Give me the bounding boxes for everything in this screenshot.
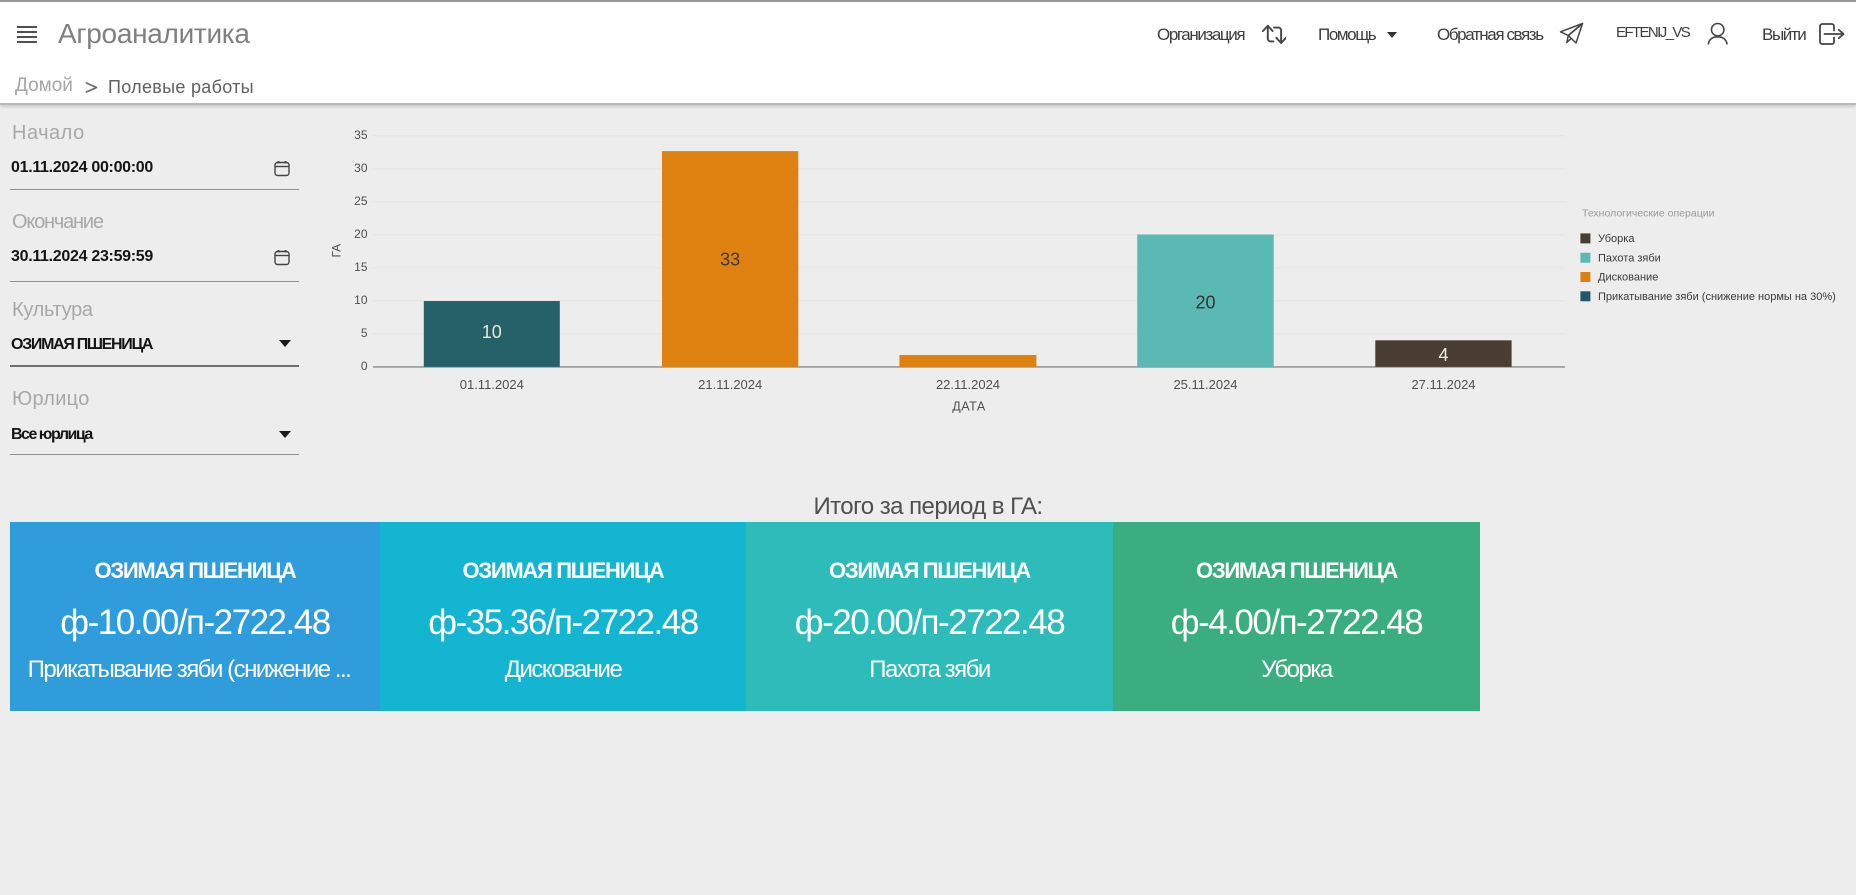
svg-text:10: 10	[482, 322, 502, 342]
svg-text:27.11.2024: 27.11.2024	[1411, 377, 1475, 392]
svg-text:Технологические операции: Технологические операции	[1582, 207, 1715, 219]
svg-text:30: 30	[354, 161, 368, 175]
svg-text:25.11.2024: 25.11.2024	[1173, 377, 1237, 392]
svg-text:ГА: ГА	[330, 244, 344, 258]
svg-text:5: 5	[361, 326, 368, 340]
svg-text:0: 0	[361, 359, 368, 373]
svg-text:Дискование: Дискование	[1598, 272, 1658, 284]
svg-text:35: 35	[354, 128, 368, 142]
svg-text:15: 15	[354, 260, 368, 274]
svg-text:4: 4	[1438, 345, 1448, 365]
svg-text:ДАТА: ДАТА	[952, 400, 986, 414]
svg-text:20: 20	[1195, 293, 1215, 313]
svg-text:01.11.2024: 01.11.2024	[460, 377, 524, 392]
svg-text:Пахота зяби: Пахота зяби	[1598, 252, 1661, 264]
svg-text:21.11.2024: 21.11.2024	[698, 377, 762, 392]
svg-text:25: 25	[354, 194, 368, 208]
svg-text:10: 10	[354, 293, 368, 307]
svg-text:Прикатывание зяби (снижение но: Прикатывание зяби (снижение нормы на 30%…	[1598, 291, 1836, 303]
svg-text:20: 20	[354, 227, 368, 241]
svg-text:22.11.2024: 22.11.2024	[936, 377, 1000, 392]
svg-text:33: 33	[720, 250, 740, 270]
svg-text:Уборка: Уборка	[1598, 233, 1635, 245]
